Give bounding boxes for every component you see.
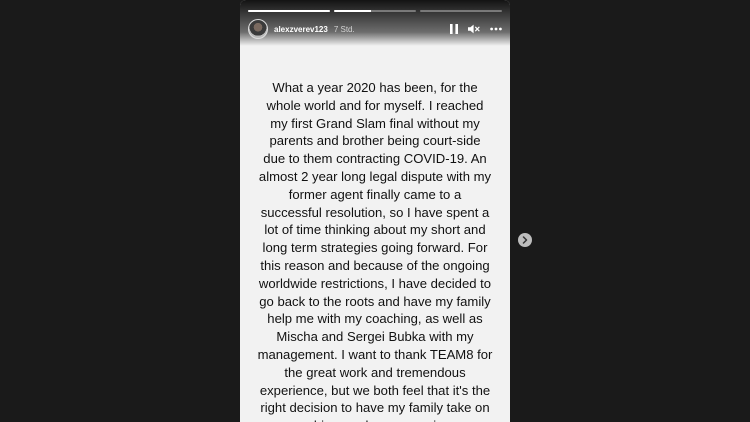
progress-segment (420, 10, 502, 12)
story-progress-bar (248, 10, 502, 12)
progress-segment (334, 10, 416, 12)
story-text: What a year 2020 has been, for the whole… (257, 80, 493, 422)
timestamp: 7 Std. (333, 24, 355, 34)
speaker-muted-icon[interactable] (468, 24, 480, 34)
story-header: alexzverev123 7 Std. (248, 18, 502, 40)
avatar[interactable] (248, 19, 268, 39)
more-options-icon[interactable] (490, 27, 502, 31)
progress-segment (248, 10, 330, 12)
username[interactable]: alexzverev123 (274, 25, 328, 34)
progress-fill (334, 10, 371, 12)
story-card[interactable]: alexzverev123 7 Std. What a year 2020 ha… (240, 0, 510, 422)
pause-icon[interactable] (450, 24, 458, 34)
chevron-right-icon (522, 236, 528, 244)
progress-fill (248, 10, 330, 12)
next-story-button[interactable] (518, 233, 532, 247)
story-controls (450, 24, 502, 34)
story-viewer: alexzverev123 7 Std. What a year 2020 ha… (0, 0, 750, 422)
